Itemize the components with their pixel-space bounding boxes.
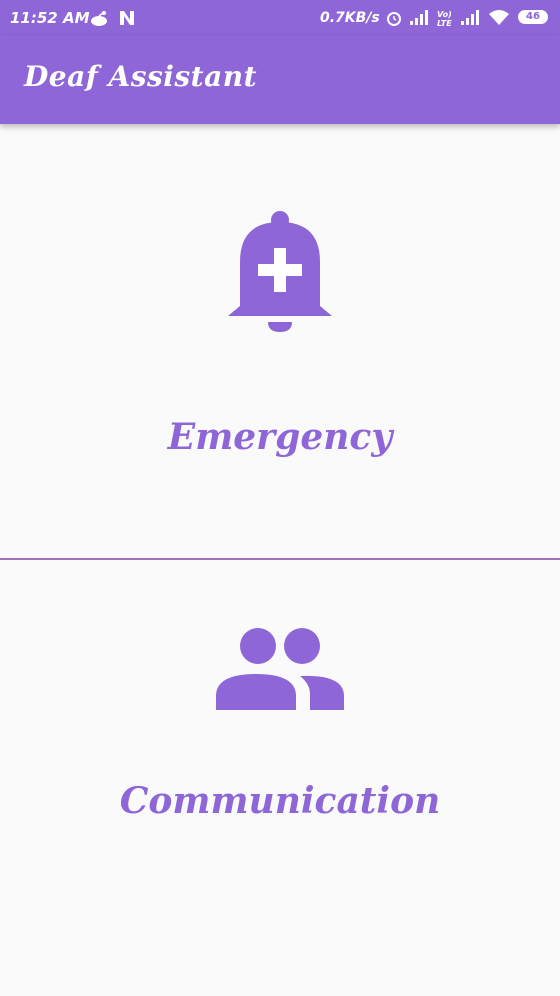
status-bar: 11:52 AM 0.7KB/s Vo) LTE 46 [0,0,560,36]
signal-icon [409,9,431,29]
alarm-icon [385,9,403,31]
network-speed: 0.7KB/s [320,10,380,26]
emergency-card[interactable]: Emergency [0,124,560,559]
volte-lte-icon: Vo) LTE [436,8,456,32]
communication-card[interactable]: Communication [0,560,560,996]
svg-text:LTE: LTE [437,19,452,28]
people-icon [214,626,346,716]
wifi-icon [488,9,510,31]
svg-text:Vo): Vo) [437,10,452,19]
battery-icon: 46 [518,10,548,24]
app-bar: Deaf Assistant [0,36,560,124]
emergency-label: Emergency [167,416,393,458]
signal-icon [460,9,482,29]
notification-app-icon [88,9,110,31]
n-icon [118,9,136,31]
emergency-bell-icon [226,210,334,338]
communication-label: Communication [119,780,441,822]
app-title: Deaf Assistant [24,60,258,93]
status-time: 11:52 AM [10,9,90,27]
